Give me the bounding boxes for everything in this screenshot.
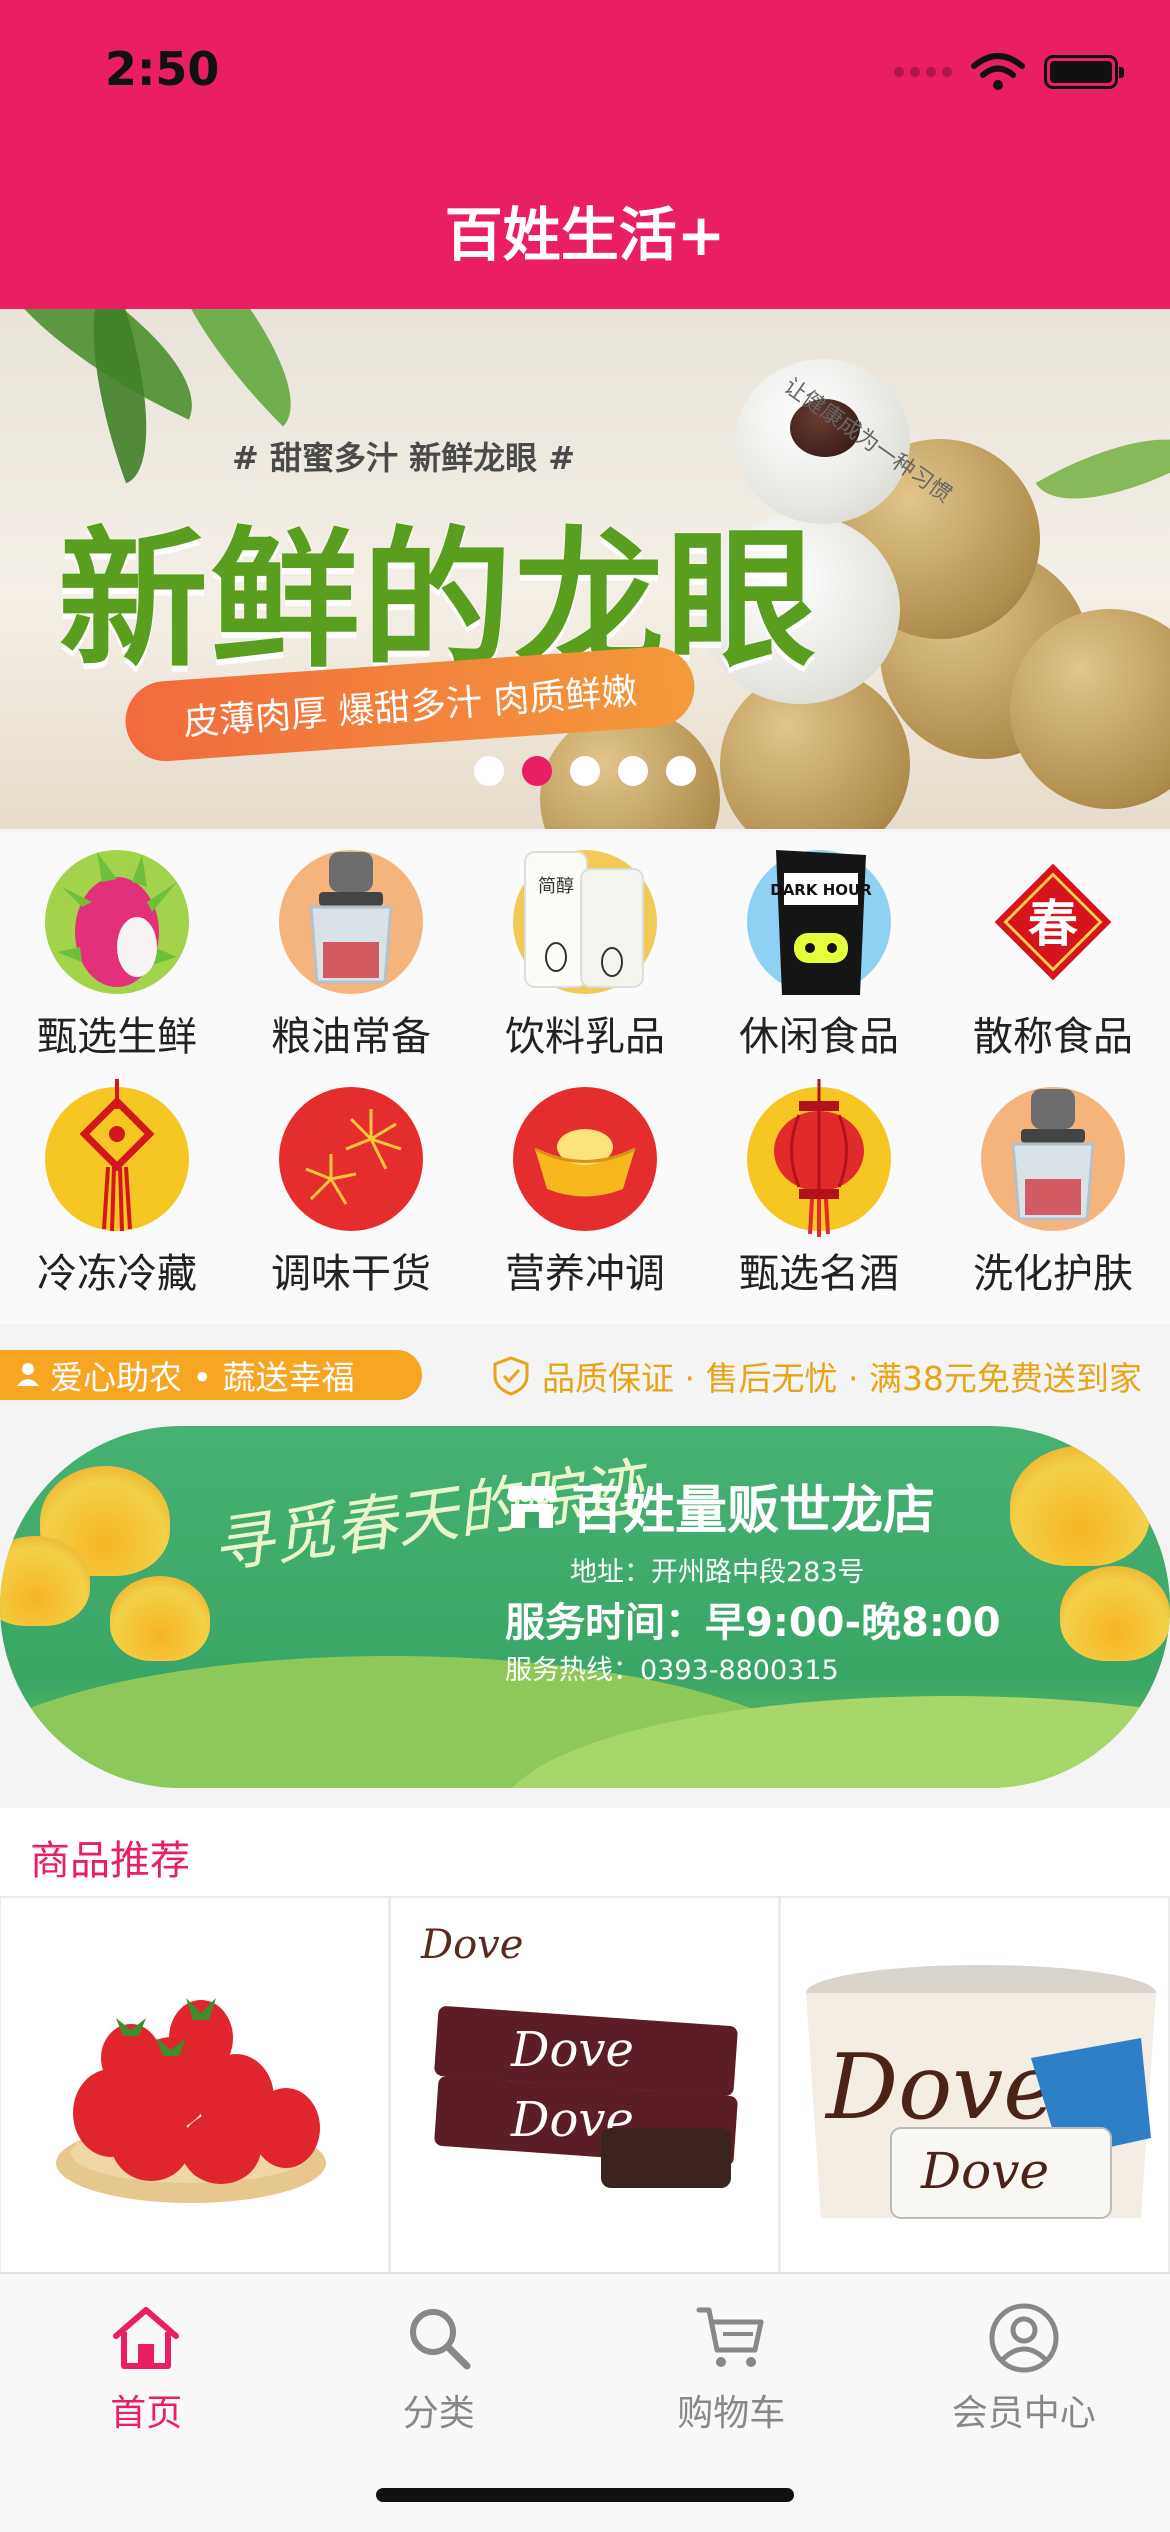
search-icon [409,2309,471,2370]
chopper-icon [279,850,423,994]
carousel-dot[interactable] [570,756,600,786]
tab-label: 分类 [402,2393,475,2434]
person-icon [17,1363,39,1386]
product-brand: Dove [824,2035,1056,2140]
notice-left-badge: 爱心助农 • 蔬送幸福 [0,1350,422,1400]
category-label: 营养冲调 [505,1251,665,1297]
recommend-header: 商品推荐 [0,1808,1170,1898]
status-indicators [894,52,1124,92]
category-item[interactable]: 洗化护肤 [936,1087,1170,1311]
svg-text:简醇: 简醇 [538,876,574,897]
store-address: 地址：开州路中段283号 [570,1557,865,1588]
category-label: 饮料乳品 [505,1014,665,1060]
category-item[interactable]: 春 散称食品 [936,850,1170,1074]
flower-decoration [1010,1446,1150,1566]
tab-label: 会员中心 [951,2393,1096,2434]
tab-home[interactable]: 首页 [0,2274,293,2532]
user-icon [989,2303,1059,2373]
store-info-banner[interactable]: 寻觅春天的踪迹 百姓量贩世龙店 地址：开州路中段283号 服务时间：早9:00-… [0,1426,1170,1788]
tab-label: 首页 [110,2393,183,2434]
category-item[interactable]: 冷冻冷藏 [0,1079,234,1311]
store-phone[interactable]: 服务热线：0393-8800315 [505,1648,839,1687]
category-item[interactable]: 甄选生鲜 [0,850,234,1074]
flower-decoration [110,1576,210,1661]
carousel-dot[interactable] [618,756,648,786]
home-icon [113,2307,180,2369]
chips-icon: DARK HOUR [747,849,891,995]
store-hours: 服务时间：早9:00-晚8:00 [505,1600,1001,1646]
category-item[interactable]: 简醇 饮料乳品 [468,850,702,1074]
notice-strip: 爱心助农 • 蔬送幸福 品质保证 · 售后无忧 · 满38元免费送到家 [0,1344,1170,1406]
status-time: 2:50 [105,42,220,96]
carousel-dot[interactable] [474,756,504,786]
category-label: 调味干货 [271,1251,431,1297]
chopper-icon [981,1087,1125,1231]
product-brand: Dove [920,2142,1049,2200]
wifi-icon [971,53,1025,90]
category-item[interactable]: 甄选名酒 [702,1079,936,1311]
product-brand: Dove [420,1922,523,1968]
product-card-dove-bars[interactable]: Dove Dove Dove [390,1898,780,2272]
product-card-strawberries[interactable] [0,1898,390,2272]
app-header: 2:50 百姓生活+ [0,0,1170,309]
product-card-dove-tub[interactable]: Dove Dove [780,1898,1170,2272]
strawberries-image [56,1998,326,2203]
recommend-title: 商品推荐 [30,1838,190,1884]
fireworks-icon [279,1087,423,1231]
product-brand: Dove [510,2022,634,2078]
gold-ingot-icon [513,1087,657,1231]
battery-icon [1044,55,1124,89]
notice-right: 品质保证 · 售后无忧 · 满38元免费送到家 [492,1352,1142,1400]
product-grid: Dove Dove Dove Dove Dove [0,1898,1170,2272]
carousel-dot[interactable] [666,756,696,786]
category-label: 甄选名酒 [739,1251,899,1297]
promo-carousel[interactable]: # 甜蜜多汁 新鲜龙眼 # 让健康成为一种习惯 新鲜的龙眼 皮薄肉厚 爆甜多汁 … [0,309,1170,829]
store-name: 百姓量贩世龙店 [505,1468,935,1543]
leaf-decoration [1035,403,1170,535]
svg-text:DARK HOUR: DARK HOUR [770,881,872,899]
cellular-icon [894,67,952,77]
dove-bars-image: Dove Dove Dove [420,1922,738,2188]
category-item[interactable]: 营养冲调 [468,1087,702,1311]
dragonfruit-icon [45,850,189,994]
home-indicator[interactable] [376,2488,794,2502]
category-grid: 甄选生鲜 粮油常备 简醇 饮料乳品 DARK HOUR 休闲食品 春 散称食品 … [0,832,1170,1324]
spring-icon: 春 [981,850,1125,994]
category-label: 冷冻冷藏 [37,1251,197,1297]
dove-tub-image: Dove Dove [806,1965,1156,2219]
milk-icon: 简醇 [513,850,657,994]
category-label: 粮油常备 [271,1014,431,1060]
svg-text:春: 春 [1028,894,1078,953]
category-label: 散称食品 [973,1014,1133,1060]
cart-icon [696,2307,764,2367]
page-title: 百姓生活+ [444,201,726,269]
banner-tagline: # 甜蜜多汁 新鲜龙眼 # [232,439,576,477]
notice-left-text: 爱心助农 • 蔬送幸福 [50,1358,355,1397]
category-label: 甄选生鲜 [37,1014,197,1060]
store-name-text: 百姓量贩世龙店 [571,1481,936,1541]
category-item[interactable]: DARK HOUR 休闲食品 [702,849,936,1074]
category-label: 休闲食品 [739,1014,899,1060]
notice-right-text: 品质保证 · 售后无忧 · 满38元免费送到家 [542,1359,1142,1398]
shop-icon [507,1485,557,1528]
shield-icon [493,1356,529,1396]
category-label: 洗化护肤 [973,1251,1133,1297]
lantern-icon [747,1079,891,1237]
category-item[interactable]: 调味干货 [234,1087,468,1311]
tab-label: 购物车 [677,2393,786,2434]
flower-decoration [1060,1566,1170,1661]
category-item[interactable]: 粮油常备 [234,850,468,1074]
carousel-dots[interactable] [0,756,1170,786]
carousel-dot-active[interactable] [522,756,552,786]
tab-member[interactable]: 会员中心 [878,2274,1170,2532]
chinese-knot-icon [45,1079,189,1232]
